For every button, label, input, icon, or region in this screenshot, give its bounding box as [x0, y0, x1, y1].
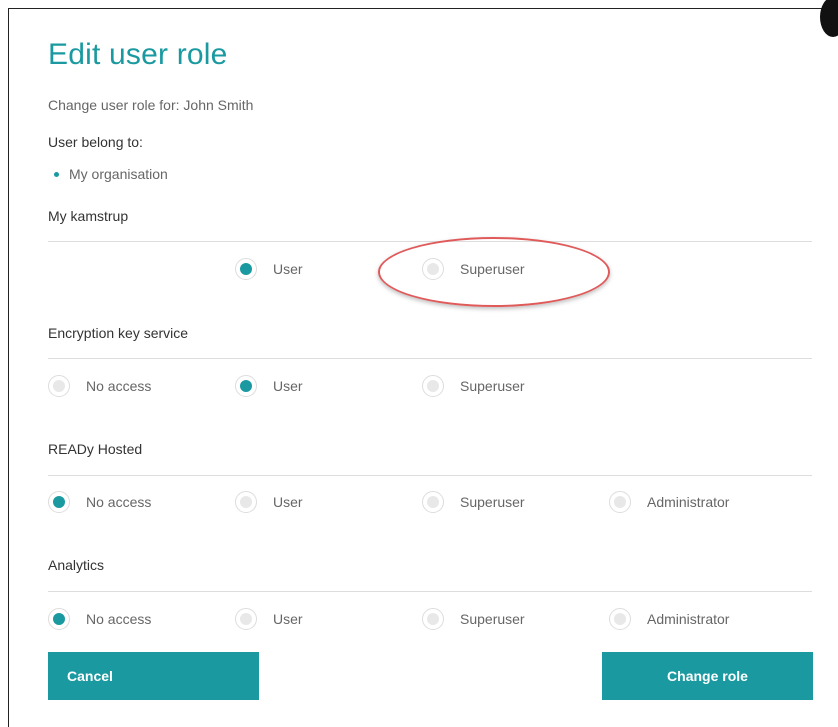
bullet-icon	[54, 171, 59, 177]
radio-my-kamstrup-user[interactable]: User	[235, 258, 303, 280]
radio-unchecked-icon[interactable]	[609, 608, 631, 630]
section-label-encryption-key-service: Encryption key service	[48, 325, 189, 341]
radio-unchecked-icon[interactable]	[235, 608, 257, 630]
radio-unchecked-icon[interactable]	[48, 375, 70, 397]
radio-unchecked-icon[interactable]	[422, 491, 444, 513]
radio-label: User	[273, 494, 303, 510]
belong-label: User belong to:	[48, 134, 143, 150]
radio-label: User	[273, 261, 303, 277]
radio-unchecked-icon[interactable]	[422, 375, 444, 397]
radio-label: User	[273, 378, 303, 394]
organisation-name: My organisation	[69, 166, 168, 182]
radio-checked-icon[interactable]	[48, 608, 70, 630]
radio-checked-icon[interactable]	[48, 491, 70, 513]
radio-label: No access	[86, 378, 152, 394]
radio-ready-administrator[interactable]: Administrator	[609, 491, 729, 513]
radio-label: User	[273, 611, 303, 627]
radio-ready-no-access[interactable]: No access	[48, 491, 151, 513]
radio-label: Administrator	[647, 611, 730, 627]
corner-decoration	[820, 0, 838, 37]
radio-encryption-superuser[interactable]: Superuser	[422, 375, 525, 397]
section-divider	[48, 241, 812, 242]
section-label-analytics: Analytics	[48, 557, 105, 573]
radio-label: Administrator	[647, 494, 730, 510]
radio-encryption-no-access[interactable]: No access	[48, 375, 151, 397]
radio-label: Superuser	[460, 261, 525, 277]
section-label-my-kamstrup: My kamstrup	[48, 208, 129, 224]
radio-label: Superuser	[460, 378, 525, 394]
radio-label: Superuser	[460, 611, 525, 627]
dialog-subtitle: Change user role for: John Smith	[48, 97, 254, 113]
radio-unchecked-icon[interactable]	[609, 491, 631, 513]
radio-analytics-no-access[interactable]: No access	[48, 608, 151, 630]
radio-checked-icon[interactable]	[235, 258, 257, 280]
radio-my-kamstrup-superuser[interactable]: Superuser	[422, 258, 525, 280]
radio-encryption-user[interactable]: User	[235, 375, 303, 397]
section-divider	[48, 591, 812, 592]
radio-analytics-user[interactable]: User	[235, 608, 303, 630]
radio-unchecked-icon[interactable]	[235, 491, 257, 513]
edit-user-role-dialog: Edit user role Change user role for: Joh…	[8, 0, 838, 727]
section-divider	[48, 358, 812, 359]
section-divider	[48, 475, 812, 476]
radio-checked-icon[interactable]	[235, 375, 257, 397]
radio-label: No access	[86, 494, 152, 510]
radio-unchecked-icon[interactable]	[422, 258, 444, 280]
radio-unchecked-icon[interactable]	[422, 608, 444, 630]
radio-ready-user[interactable]: User	[235, 491, 303, 513]
section-label-ready-hosted: READy Hosted	[48, 441, 143, 457]
radio-label: Superuser	[460, 494, 525, 510]
dialog-title: Edit user role	[48, 38, 228, 71]
radio-analytics-superuser[interactable]: Superuser	[422, 608, 525, 630]
cancel-button[interactable]: Cancel	[48, 652, 259, 700]
radio-analytics-administrator[interactable]: Administrator	[609, 608, 729, 630]
change-role-button[interactable]: Change role	[602, 652, 813, 700]
radio-ready-superuser[interactable]: Superuser	[422, 491, 525, 513]
radio-label: No access	[86, 611, 152, 627]
organisation-list-item: My organisation	[48, 166, 168, 182]
